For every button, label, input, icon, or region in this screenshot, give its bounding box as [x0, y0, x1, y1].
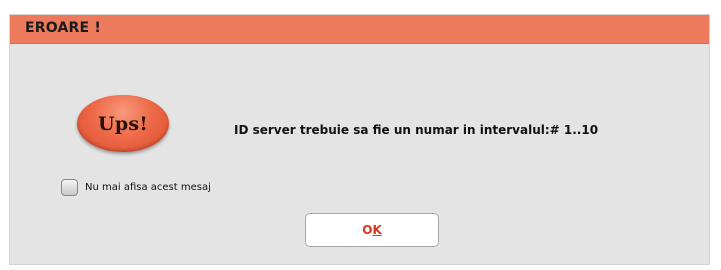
- error-badge-label: Ups!: [97, 112, 149, 135]
- dialog-titlebar[interactable]: EROARE !: [10, 15, 709, 44]
- ok-button-label: OK: [362, 223, 382, 237]
- error-message: ID server trebuie sa fie un numar in int…: [234, 123, 599, 137]
- ok-button[interactable]: OK: [305, 213, 439, 247]
- error-badge-icon: Ups!: [77, 95, 169, 152]
- dialog-title: EROARE !: [25, 20, 101, 36]
- dont-show-again-option[interactable]: Nu mai afisa acest mesaj: [61, 179, 211, 196]
- dont-show-again-label[interactable]: Nu mai afisa acest mesaj: [85, 182, 211, 193]
- dont-show-again-checkbox[interactable]: [61, 179, 78, 196]
- error-dialog: EROARE ! Ups! ID server trebuie sa fie u…: [9, 14, 710, 265]
